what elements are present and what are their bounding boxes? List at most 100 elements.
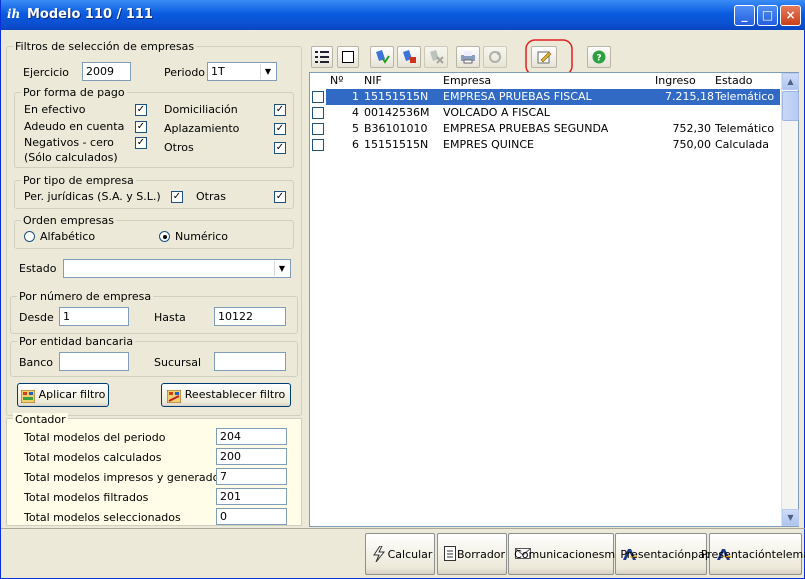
scroll-up-icon[interactable]: ▲ xyxy=(782,73,799,90)
table-row[interactable]: 4 00142536M VOLCADO A FISCAL xyxy=(310,105,780,121)
contador-label: Total modelos impresos y generados xyxy=(24,471,226,484)
cell-num: 5 xyxy=(352,122,359,135)
column-empresa[interactable]: Empresa xyxy=(443,74,491,87)
close-button[interactable]: × xyxy=(780,5,801,26)
contador-label: Total modelos seleccionados xyxy=(24,511,181,524)
delete-icon[interactable] xyxy=(424,46,448,68)
estado-select[interactable]: ▼ xyxy=(63,259,291,278)
numerico-radio[interactable] xyxy=(159,231,170,242)
refresh-icon[interactable] xyxy=(483,46,507,68)
reestablecer-filtro-button[interactable]: Reestablecer filtro xyxy=(161,383,291,407)
chevron-down-icon[interactable]: ▼ xyxy=(260,64,275,79)
aplicar-filtro-button[interactable]: Aplicar filtro xyxy=(17,383,109,407)
hasta-label: Hasta xyxy=(154,311,186,324)
contador-value[interactable]: 204 xyxy=(216,428,287,445)
en-efectivo-label: En efectivo xyxy=(24,103,86,116)
aplazamiento-checkbox[interactable]: ✓ xyxy=(274,123,286,135)
minimize-button[interactable]: _ xyxy=(734,5,755,26)
contador-label: Total modelos del periodo xyxy=(24,431,166,444)
solo-calculados-label: (Sólo calculados) xyxy=(24,151,118,164)
orden-legend: Orden empresas xyxy=(21,214,116,227)
domiciliacion-label: Domiciliación xyxy=(164,103,238,116)
scroll-thumb[interactable] xyxy=(782,91,799,121)
numerico-label: Numérico xyxy=(175,230,229,243)
borrador-label: Borrador xyxy=(456,547,506,561)
column-ingreso[interactable]: Ingreso xyxy=(655,74,696,87)
check-all-icon[interactable] xyxy=(370,46,394,68)
presentacion-papel-button[interactable]: Presentación papel xyxy=(615,533,722,575)
scroll-down-icon[interactable]: ▼ xyxy=(782,509,799,526)
periodo-select[interactable]: 1T ▼ xyxy=(207,62,277,81)
deselect-icon[interactable] xyxy=(337,46,359,68)
juridicas-checkbox[interactable]: ✓ xyxy=(171,191,183,203)
column-num[interactable]: Nº xyxy=(330,74,343,87)
row-checkbox[interactable] xyxy=(312,139,324,151)
adeudo-checkbox[interactable]: ✓ xyxy=(135,121,147,133)
contador-value[interactable]: 0 xyxy=(216,508,287,525)
ejercicio-label: Ejercicio xyxy=(23,66,69,79)
grid-scrollbar[interactable]: ▲ ▼ xyxy=(781,73,799,526)
otras-checkbox[interactable]: ✓ xyxy=(274,191,286,203)
cell-ingreso: 750,00 xyxy=(672,138,712,151)
grid-header: Nº NIF Empresa Ingreso Estado xyxy=(310,73,780,89)
filters-legend: Filtros de selección de empresas xyxy=(13,40,197,53)
contador-value[interactable]: 201 xyxy=(216,488,287,505)
table-row[interactable]: 1 15151515N EMPRESA PRUEBAS FISCAL 7.215… xyxy=(310,89,780,105)
row-checkbox[interactable] xyxy=(312,123,324,135)
domiciliacion-checkbox[interactable]: ✓ xyxy=(274,104,286,116)
borrador-button[interactable]: Borrador xyxy=(437,533,507,575)
contador-value[interactable]: 200 xyxy=(216,448,287,465)
svg-text:?: ? xyxy=(596,54,601,64)
cell-empresa: EMPRES QUINCE xyxy=(443,138,534,151)
companies-pane: ? Nº NIF Empresa Ingreso Estado 1 151515… xyxy=(309,39,799,527)
comunicaciones-button[interactable]: Comunicaciones mail xyxy=(508,533,628,575)
aplicar-filtro-label: Aplicar filtro xyxy=(38,388,106,401)
otros-checkbox[interactable]: ✓ xyxy=(274,142,286,154)
table-row[interactable]: 5 B36101010 EMPRESA PRUEBAS SEGUNDA 752,… xyxy=(310,121,780,137)
en-efectivo-checkbox[interactable]: ✓ xyxy=(135,104,147,116)
contador-value[interactable]: 7 xyxy=(216,468,287,485)
alfabetico-radio[interactable] xyxy=(24,231,35,242)
aplazamiento-label: Aplazamiento xyxy=(164,122,240,135)
banco-input[interactable] xyxy=(59,352,129,371)
calcular-button[interactable]: Calcular xyxy=(365,533,435,575)
column-nif[interactable]: NIF xyxy=(364,74,382,87)
filter-icon xyxy=(20,389,36,403)
table-row[interactable]: 6 15151515N EMPRES QUINCE 750,00 Calcula… xyxy=(310,137,780,153)
cell-empresa: EMPRESA PRUEBAS FISCAL xyxy=(443,90,592,103)
cell-nif: 15151515N xyxy=(364,90,429,103)
comunicaciones-line-1: Comunicaciones xyxy=(514,547,605,561)
companies-grid: Nº NIF Empresa Ingreso Estado 1 15151515… xyxy=(309,72,799,527)
contador-legend: Contador xyxy=(13,413,68,426)
column-estado[interactable]: Estado xyxy=(715,74,752,87)
cell-nif: B36101010 xyxy=(364,122,428,135)
row-checkbox[interactable] xyxy=(312,107,324,119)
list-view-icon[interactable] xyxy=(311,46,333,68)
ejercicio-input[interactable]: 2009 xyxy=(82,62,131,81)
sucursal-label: Sucursal xyxy=(154,356,202,369)
hasta-input[interactable]: 10122 xyxy=(214,307,286,326)
cell-ingreso: 752,30 xyxy=(672,122,712,135)
cell-estado: Calculada xyxy=(715,138,770,151)
desde-input[interactable]: 1 xyxy=(59,307,129,326)
app-logo-icon: ih xyxy=(7,7,21,21)
cell-num: 1 xyxy=(352,90,359,103)
reset-filter-icon xyxy=(166,389,182,403)
calculate-icon[interactable] xyxy=(397,46,421,68)
tipo-empresa-legend: Por tipo de empresa xyxy=(21,174,136,187)
presentacion-telematica-button[interactable]: Presentación telemática xyxy=(701,533,805,575)
banco-label: Banco xyxy=(19,356,54,369)
chevron-down-icon[interactable]: ▼ xyxy=(274,261,289,276)
cell-nif: 00142536M xyxy=(364,106,430,119)
row-checkbox[interactable] xyxy=(312,91,324,103)
adeudo-label: Adeudo en cuenta xyxy=(24,120,125,133)
sucursal-input[interactable] xyxy=(214,352,286,371)
maximize-button[interactable]: □ xyxy=(757,5,778,26)
otros-label: Otros xyxy=(164,141,194,154)
cell-ingreso: 7.215,18 xyxy=(665,90,714,103)
negativos-checkbox[interactable]: ✓ xyxy=(135,137,147,149)
title-bar[interactable]: ih Modelo 110 / 111 _ □ × xyxy=(1,0,805,30)
periodo-value: 1T xyxy=(211,65,225,78)
help-icon[interactable]: ? xyxy=(587,46,611,68)
print-icon[interactable] xyxy=(456,46,480,68)
